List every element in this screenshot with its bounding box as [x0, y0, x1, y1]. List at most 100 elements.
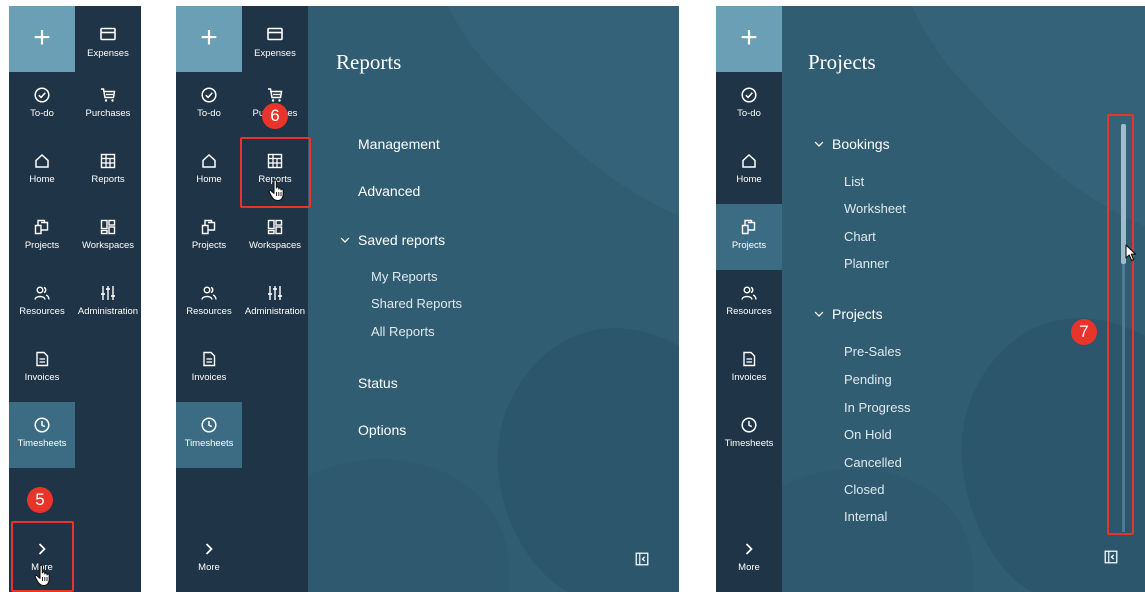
nav-item-home[interactable]: Home: [9, 138, 75, 204]
nav-item-resources[interactable]: Resources: [716, 270, 782, 336]
nav-item-home[interactable]: Home: [176, 138, 242, 204]
nav-item-todo[interactable]: To-do: [716, 72, 782, 138]
nav-item-todo[interactable]: To-do: [176, 72, 242, 138]
menu-item-shared-reports[interactable]: Shared Reports: [371, 296, 462, 311]
nav-item-timesheets[interactable]: Timesheets: [9, 402, 75, 468]
nav-item-label: To-do: [30, 108, 54, 119]
projects-menu-panel: + To-do Home Projects Resources Invoices…: [716, 6, 1145, 592]
projects-toggle[interactable]: Projects: [812, 306, 883, 322]
menu-item-pending[interactable]: Pending: [844, 372, 892, 387]
collapse-panel-icon[interactable]: [634, 551, 650, 567]
arrow-cursor-icon: [1125, 244, 1137, 262]
nav-item-invoices[interactable]: Invoices: [176, 336, 242, 402]
nav-item-label: Timesheets: [724, 438, 774, 449]
nav-item-timesheets[interactable]: Timesheets: [716, 402, 782, 468]
menu-item-my-reports[interactable]: My Reports: [371, 269, 437, 284]
nav-item-todo[interactable]: To-do: [9, 72, 75, 138]
nav-item-label: Projects: [191, 240, 227, 251]
document-icon: [200, 350, 218, 368]
nav-item-label: Resources: [726, 306, 772, 317]
saved-reports-toggle[interactable]: Saved reports: [338, 232, 445, 248]
plus-icon: +: [740, 21, 758, 54]
nav-item-invoices[interactable]: Invoices: [9, 336, 75, 402]
nav-item-home[interactable]: Home: [716, 138, 782, 204]
people-icon: [740, 284, 758, 302]
collapse-panel-icon[interactable]: [1103, 549, 1119, 565]
check-circle-icon: [200, 86, 218, 104]
menu-item-pre-sales[interactable]: Pre-Sales: [844, 344, 901, 359]
hand-cursor-icon: [267, 178, 287, 202]
step-badge: 5: [27, 487, 53, 513]
create-new-button[interactable]: +: [716, 6, 782, 72]
nav-item-label: Invoices: [24, 372, 60, 383]
menu-item-list[interactable]: List: [844, 174, 864, 189]
nav-item-label: Invoices: [191, 372, 227, 383]
nav-item-administration[interactable]: Administration: [242, 270, 308, 336]
nav-item-resources[interactable]: Resources: [176, 270, 242, 336]
menu-item-all-reports[interactable]: All Reports: [371, 324, 435, 339]
reports-grid-icon: [99, 152, 117, 170]
nav-item-projects[interactable]: Projects: [716, 204, 782, 270]
menu-item-cancelled[interactable]: Cancelled: [844, 455, 902, 470]
nav-item-purchases[interactable]: Purchases: [75, 72, 141, 138]
projects-icon: [740, 218, 758, 236]
nav-item-projects[interactable]: Projects: [9, 204, 75, 270]
navigation-sidebar: + Expenses To-do Purchases Home Reports …: [176, 6, 308, 592]
menu-item-closed[interactable]: Closed: [844, 482, 884, 497]
nav-item-expenses[interactable]: Expenses: [75, 6, 141, 72]
bookings-label: Bookings: [832, 136, 890, 152]
nav-item-label: Timesheets: [17, 438, 67, 449]
sliders-icon: [99, 284, 117, 302]
chevron-right-icon: [740, 540, 758, 558]
page-title: Projects: [808, 50, 876, 74]
nav-panel-collapsed: + Expenses To-do Purchases Home Reports …: [9, 6, 141, 592]
nav-item-more[interactable]: More: [176, 526, 242, 592]
menu-item-advanced[interactable]: Advanced: [358, 183, 420, 199]
menu-item-options[interactable]: Options: [358, 422, 406, 438]
clock-icon: [33, 416, 51, 434]
nav-item-label: To-do: [737, 108, 761, 119]
document-icon: [33, 350, 51, 368]
nav-item-workspaces[interactable]: Workspaces: [75, 204, 141, 270]
page-title: Reports: [336, 50, 402, 74]
nav-item-label: More: [738, 562, 760, 573]
credit-card-icon: [99, 25, 117, 43]
step-badge: 7: [1071, 319, 1097, 345]
create-new-button[interactable]: +: [176, 6, 242, 72]
nav-item-reports[interactable]: Reports: [75, 138, 141, 204]
bookings-toggle[interactable]: Bookings: [812, 136, 890, 152]
menu-item-on-hold[interactable]: On Hold: [844, 427, 892, 442]
nav-item-resources[interactable]: Resources: [9, 270, 75, 336]
highlight-box: [1107, 114, 1134, 535]
nav-item-label: Expenses: [87, 48, 129, 59]
home-icon: [740, 152, 758, 170]
chevron-right-icon: [200, 540, 218, 558]
nav-item-expenses[interactable]: Expenses: [242, 6, 308, 72]
nav-item-label: Workspaces: [81, 240, 135, 251]
nav-item-administration[interactable]: Administration: [75, 270, 141, 336]
nav-item-timesheets[interactable]: Timesheets: [176, 402, 242, 468]
nav-item-invoices[interactable]: Invoices: [716, 336, 782, 402]
reports-flyout: Reports Management Advanced Saved report…: [308, 6, 679, 592]
nav-item-label: Administration: [244, 306, 306, 317]
nav-item-projects[interactable]: Projects: [176, 204, 242, 270]
sliders-icon: [266, 284, 284, 302]
nav-item-label: Projects: [731, 240, 767, 251]
plus-icon: +: [33, 21, 51, 54]
menu-item-in-progress[interactable]: In Progress: [844, 400, 910, 415]
create-new-button[interactable]: +: [9, 6, 75, 72]
menu-item-planner[interactable]: Planner: [844, 256, 889, 271]
menu-item-internal[interactable]: Internal: [844, 509, 887, 521]
reports-menu-panel: + Expenses To-do Purchases Home Reports …: [176, 6, 679, 592]
menu-item-status[interactable]: Status: [358, 375, 398, 391]
nav-item-label: Home: [196, 174, 222, 185]
menu-item-management[interactable]: Management: [358, 136, 440, 152]
nav-item-label: Workspaces: [248, 240, 302, 251]
nav-item-more[interactable]: More: [716, 526, 782, 592]
menu-item-chart[interactable]: Chart: [844, 229, 876, 244]
nav-item-label: Administration: [77, 306, 139, 317]
credit-card-icon: [266, 25, 284, 43]
nav-item-workspaces[interactable]: Workspaces: [242, 204, 308, 270]
menu-item-worksheet[interactable]: Worksheet: [844, 201, 906, 216]
nav-item-label: More: [198, 562, 220, 573]
